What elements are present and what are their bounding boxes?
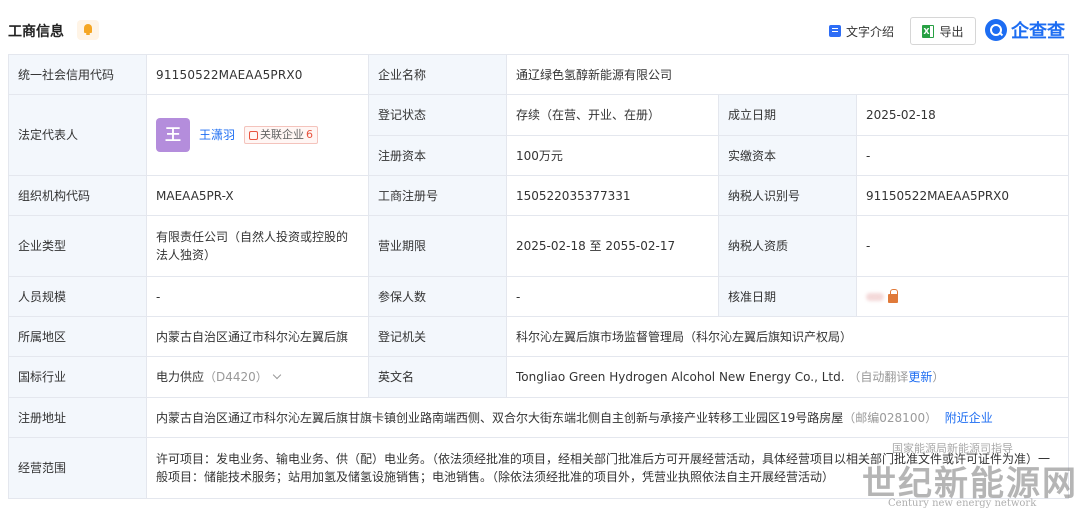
blurred-value [866,292,884,301]
table-row: 人员规模 - 参保人数 - 核准日期 [8,276,1070,317]
legal-rep-cell: 王 王潇羽 关联企业 6 [146,94,369,176]
close-paren: ） [932,370,945,384]
link-icon [249,130,259,140]
industry-label: 国标行业 [8,356,147,398]
company-name-value[interactable]: 通辽绿色氢醇新能源有限公司 [505,54,1070,95]
bell-icon[interactable] [77,20,99,40]
scope-label: 经营范围 [8,437,147,499]
associated-companies-tag[interactable]: 关联企业 6 [244,126,319,144]
english-name-label: 英文名 [368,356,507,398]
credit-code-value[interactable]: 91150522MAEAA5PRX0 [146,54,369,95]
magnifier-logo-icon [985,19,1007,41]
auto-translate-note: （自动翻译 [848,370,909,384]
paid-capital-label: 实缴资本 [718,135,857,176]
table-row: 企业类型 有限责任公司（自然人投资或控股的法人独资） 营业期限 2025-02-… [8,215,1070,277]
address-value: 内蒙古自治区通辽市科尔沁左翼后旗甘旗卡镇创业路南端西侧、双合尔大街东端北侧自主创… [156,410,844,425]
biz-reg-no-value[interactable]: 150522035377331 [506,175,719,216]
table-row: 法定代表人 王 王潇羽 关联企业 6 登记状态 存续（在营、开业、在册） 成立日… [8,94,1070,176]
table-row: 所属地区 内蒙古自治区通辽市科尔沁左翼后旗 登记机关 科尔沁左翼后旗市场监督管理… [8,316,1070,357]
excel-icon [922,24,935,38]
biz-term-label: 营业期限 [368,215,507,277]
taxpayer-id-label: 纳税人识别号 [718,175,857,216]
table-row: 组织机构代码 MAEAA5PR-X 工商注册号 150522035377331 … [8,175,1070,216]
taxpayer-id-value[interactable]: 91150522MAEAA5PRX0 [855,175,1070,216]
english-name-value: Tongliao Green Hydrogen Alcohol New Ener… [516,370,845,384]
qichacha-logo: 企查查 [985,17,1065,43]
table-row: 经营范围 许可项目：发电业务、输电业务、供（配）电业务。（依法须经批准的项目，经… [8,437,1070,499]
text-intro-label: 文字介绍 [846,24,895,39]
industry-value: 电力供应 [156,370,205,384]
assoc-label: 关联企业 [260,128,305,141]
table-row: 统一社会信用代码 91150522MAEAA5PRX0 企业名称 通辽绿色氢醇新… [8,54,1070,95]
insured-value: - [506,276,719,317]
reg-capital-label: 注册资本 [368,135,507,176]
address-cell: 内蒙古自治区通辽市科尔沁左翼后旗甘旗卡镇创业路南端西侧、双合尔大街东端北侧自主创… [145,397,1070,438]
region-value: 内蒙古自治区通辽市科尔沁左翼后旗 [146,316,369,357]
legal-rep-label: 法定代表人 [8,94,147,176]
legal-rep-name-link[interactable]: 王潇羽 [199,126,235,144]
established-label: 成立日期 [718,94,857,136]
biz-term-value: 2025-02-18 至 2055-02-17 [506,215,719,277]
lock-icon[interactable] [888,288,898,303]
avatar[interactable]: 王 [156,118,190,152]
export-label: 导出 [939,24,964,39]
company-type-label: 企业类型 [8,215,147,277]
industry-cell[interactable]: 电力供应（D4420） [146,356,369,398]
reg-authority-label: 登记机关 [368,316,507,357]
company-type-value: 有限责任公司（自然人投资或控股的法人独资） [146,215,369,277]
approval-date-value[interactable] [855,276,1070,317]
established-value: 2025-02-18 [855,94,1070,136]
staff-size-value: - [146,276,369,317]
org-code-value[interactable]: MAEAA5PR-X [146,175,369,216]
document-icon [829,25,841,37]
text-intro-button[interactable]: 文字介绍 [829,22,894,40]
export-button[interactable]: 导出 [910,17,976,45]
section-header: 工商信息 文字介绍 导出 企查查 [0,0,1080,56]
industry-code: （D4420） [204,370,268,384]
approval-date-label: 核准日期 [718,276,857,317]
credit-code-label: 统一社会信用代码 [8,54,147,95]
reg-authority-value: 科尔沁左翼后旗市场监督管理局（科尔沁左翼后旗知识产权局） [505,316,1070,357]
business-info-table: 统一社会信用代码 91150522MAEAA5PRX0 企业名称 通辽绿色氢醇新… [8,54,1070,499]
scope-value: 许可项目：发电业务、输电业务、供（配）电业务。（依法须经批准的项目，经相关部门批… [145,437,1070,499]
reg-capital-value: 100万元 [506,135,719,176]
insured-label: 参保人数 [368,276,507,317]
assoc-count: 6 [306,128,314,141]
section-title: 工商信息 [8,24,64,40]
update-link[interactable]: 更新 [908,370,932,384]
paid-capital-value: - [855,135,1070,176]
org-code-label: 组织机构代码 [8,175,147,216]
region-label: 所属地区 [8,316,147,357]
reg-status-label: 登记状态 [368,94,507,136]
english-name-cell: Tongliao Green Hydrogen Alcohol New Ener… [505,356,1070,398]
table-row: 国标行业 电力供应（D4420） 英文名 Tongliao Green Hydr… [8,356,1070,398]
taxpayer-qual-label: 纳税人资质 [718,215,857,277]
staff-size-label: 人员规模 [8,276,147,317]
address-label: 注册地址 [8,397,147,438]
biz-reg-no-label: 工商注册号 [368,175,507,216]
table-row: 注册地址 内蒙古自治区通辽市科尔沁左翼后旗甘旗卡镇创业路南端西侧、双合尔大街东端… [8,397,1070,438]
nearby-companies-link[interactable]: 附近企业 [945,411,993,425]
chevron-down-icon[interactable] [272,370,282,380]
reg-status-value: 存续（在营、开业、在册） [506,94,719,136]
watermark-english-text: Century new energy network [888,498,1037,509]
taxpayer-qual-value: - [855,215,1070,277]
brand-text: 企查查 [1011,21,1065,42]
company-name-label: 企业名称 [368,54,507,95]
postcode: （邮编028100） [843,410,938,425]
